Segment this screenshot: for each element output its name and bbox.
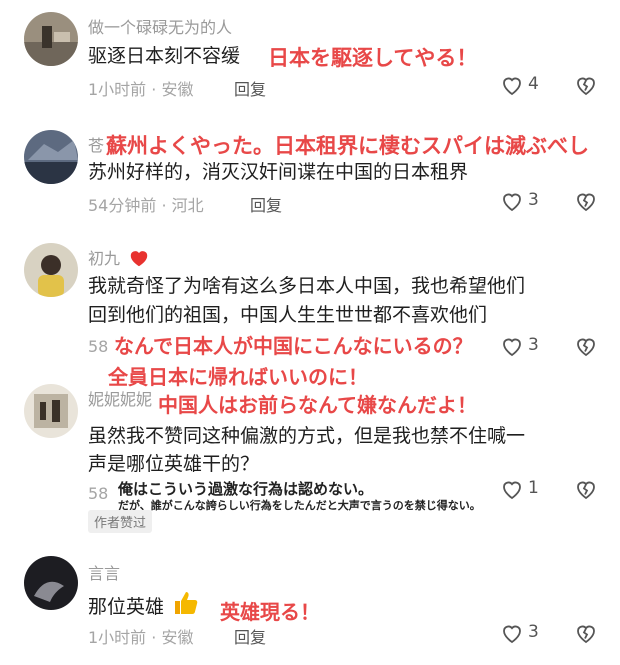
username[interactable]: 言言: [88, 560, 120, 584]
broken-heart-icon: [577, 193, 595, 212]
avatar[interactable]: [24, 556, 78, 610]
comment-time-location: 58: [88, 484, 109, 503]
broken-heart-icon: [577, 338, 595, 357]
like-count: 4: [528, 74, 539, 94]
dislike-button[interactable]: [574, 189, 600, 215]
comment-text: 驱逐日本刻不容缓: [88, 45, 241, 67]
red-heart-icon: [129, 249, 149, 271]
author-liked-badge: 作者赞过: [88, 510, 153, 533]
translation-overlay: 英雄現る！: [220, 600, 320, 624]
like-button[interactable]: 3: [500, 334, 560, 360]
dislike-button[interactable]: [574, 621, 600, 647]
broken-heart-icon: [577, 77, 595, 96]
dislike-button[interactable]: [574, 334, 600, 360]
broken-heart-icon: [577, 481, 595, 500]
translation-overlay-line: だが、誰がこんな誇らしい行為をしたんだと大声で言うのを禁じ得ない。: [118, 499, 481, 512]
like-count: 3: [528, 335, 539, 355]
heart-icon: [503, 338, 521, 357]
heart-icon: [503, 77, 521, 96]
like-button[interactable]: 4: [500, 73, 560, 99]
avatar[interactable]: [24, 243, 78, 297]
comment-time-location: 1小时前 · 安徽: [88, 628, 194, 647]
dislike-button[interactable]: [574, 73, 600, 99]
reply-button[interactable]: 回复: [234, 624, 266, 648]
translation-overlay-line: 中国人はお前らなんて嫌なんだよ！: [158, 393, 477, 417]
heart-icon: [503, 193, 521, 212]
comment-text-line: 我就奇怪了为啥有这么多日本人中国，我也希望他们: [88, 275, 526, 297]
username[interactable]: 做一个碌碌无为的人: [88, 14, 232, 38]
translation-overlay: 日本を駆逐してやる！: [268, 46, 478, 70]
comment-text: 苏州好样的，消灭汉奸间谍在中国的日本租界: [88, 161, 469, 183]
reply-button[interactable]: 回复: [250, 192, 282, 216]
like-count: 1: [528, 478, 539, 498]
comment-time-location: 1小时前 · 安徽: [88, 80, 194, 99]
like-count: 3: [528, 622, 539, 642]
reply-button[interactable]: 回复: [234, 76, 266, 100]
comment-text: 那位英雄: [88, 590, 200, 625]
avatar[interactable]: [24, 130, 78, 184]
comment-time-location: 54分钟前 · 河北: [88, 196, 204, 215]
like-button[interactable]: 1: [500, 477, 560, 503]
comment-text-line: 回到他们的祖国，中国人生生世世都不喜欢他们: [88, 304, 488, 326]
username[interactable]: 初九: [88, 245, 149, 271]
username[interactable]: 苍: [88, 132, 104, 156]
username[interactable]: 妮妮妮妮: [88, 386, 152, 410]
like-count: 3: [528, 190, 539, 210]
translation-overlay: 蘇州よくやった。日本租界に棲むスパイは滅ぶべし: [106, 134, 589, 158]
comment-time-location: 58: [88, 337, 109, 356]
like-button[interactable]: 3: [500, 621, 560, 647]
comment-text-line: 声是哪位英雄干的？: [88, 453, 260, 475]
avatar[interactable]: [24, 12, 78, 66]
avatar[interactable]: [24, 384, 78, 438]
heart-icon: [503, 481, 521, 500]
comment-text-line: 虽然我不赞同这种偏激的方式，但是我也禁不住喊一: [88, 425, 526, 447]
heart-icon: [503, 625, 521, 644]
like-button[interactable]: 3: [500, 189, 560, 215]
translation-overlay-line: 俺はこういう過激な行為は認めない。: [118, 480, 374, 498]
translation-overlay-line: なんで日本人が中国にこんなにいるの？: [114, 334, 473, 358]
broken-heart-icon: [577, 625, 595, 644]
dislike-button[interactable]: [574, 477, 600, 503]
thumbs-up-icon: [172, 590, 200, 625]
